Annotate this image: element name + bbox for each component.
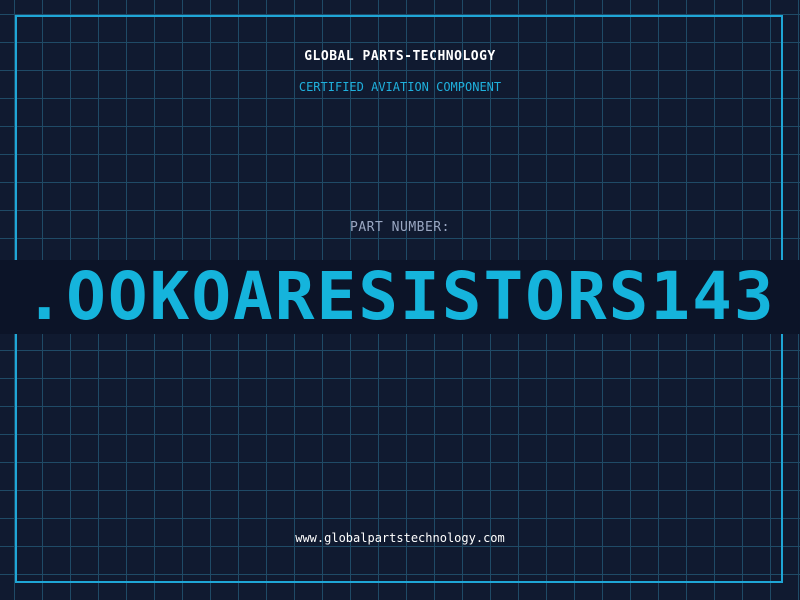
company-title: GLOBAL PARTS-TECHNOLOGY xyxy=(304,49,496,64)
website-url[interactable]: www.globalpartstechnology.com xyxy=(0,531,800,545)
certification-subtitle: CERTIFIED AVIATION COMPONENT xyxy=(298,80,502,94)
part-number-value: .OOKOARESISTORS143 xyxy=(24,260,776,334)
part-number-band: .OOKOARESISTORS143 xyxy=(0,260,800,334)
certificate-canvas: GLOBAL PARTS-TECHNOLOGY CERTIFIED AVIATI… xyxy=(0,0,800,600)
part-number-label: PART NUMBER: xyxy=(350,220,450,235)
